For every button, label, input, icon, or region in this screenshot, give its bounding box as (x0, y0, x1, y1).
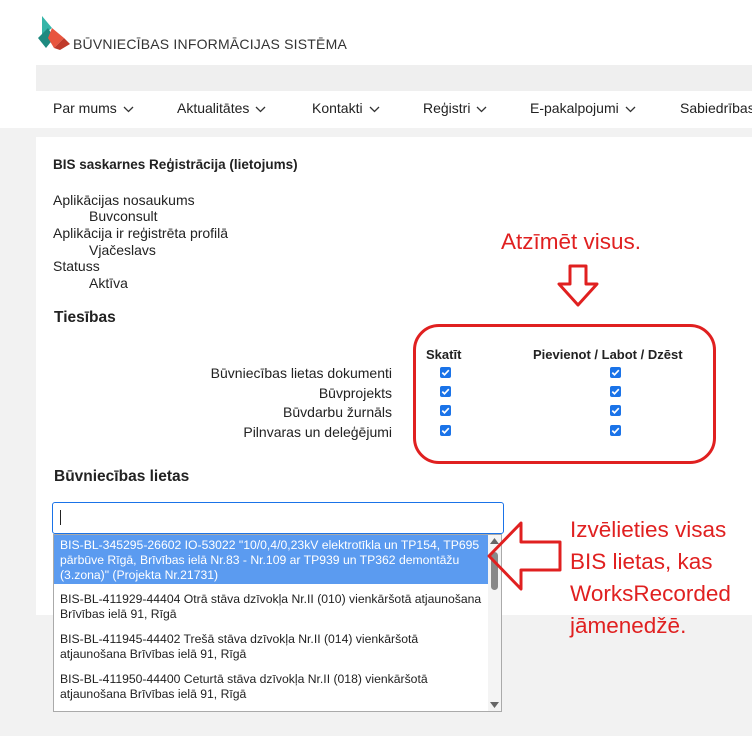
nav-label: Kontakti (312, 100, 363, 116)
main-nav: Par mums Aktualitātes Kontakti Reģistri … (0, 91, 752, 128)
page-title: BIS saskarnes Reģistrācija (lietojums) (53, 157, 298, 172)
nav-label: Aktualitātes (177, 100, 250, 116)
dropdown-option[interactable]: BIS-BL-411950-44400 Ceturtā stāva dzīvok… (54, 672, 488, 702)
app-name-value: Buvconsult (89, 208, 158, 224)
chevron-down-icon (123, 106, 134, 113)
nav-label: Sabiedrības (680, 100, 752, 116)
profile-value: Vjačeslavs (89, 242, 156, 258)
chevron-down-icon (255, 106, 266, 113)
nav-item-aktualitates[interactable]: Aktualitātes (177, 100, 266, 116)
nav-item-par-mums[interactable]: Par mums (53, 100, 134, 116)
case-dropdown-list[interactable]: BIS-BL-345295-26602 IO-53022 "10/0,4/0,2… (53, 534, 502, 712)
nav-item-registri[interactable]: Reģistri (423, 100, 487, 116)
chevron-down-icon (369, 106, 380, 113)
scroll-down-icon[interactable] (490, 702, 499, 708)
annotation-line: BIS lietas, kas (570, 549, 713, 574)
text-caret (60, 510, 61, 525)
permission-label: Būvprojekts (318, 385, 392, 401)
nav-item-sabiedribas[interactable]: Sabiedrības (680, 100, 752, 116)
dropdown-option[interactable]: BIS-BL-345295-26602 IO-53022 "10/0,4/0,2… (54, 535, 488, 584)
annotation-line: Izvēlieties visas (570, 517, 727, 542)
rights-heading: Tiesības (54, 309, 116, 326)
dropdown-option[interactable]: BIS-BL-411945-44402 Trešā stāva dzīvokļa… (54, 632, 488, 662)
nav-item-e-pakalpojumi[interactable]: E-pakalpojumi (530, 100, 636, 116)
nav-label: Reģistri (423, 100, 471, 116)
arrow-left-icon (487, 521, 562, 591)
brand-title: BŪVNIECĪBAS INFORMĀCIJAS SISTĒMA (73, 36, 347, 52)
header-gray-bar (36, 65, 752, 91)
cases-heading: Būvniecības lietas (54, 468, 190, 485)
status-label: Statuss (53, 258, 100, 274)
bis-logo-icon[interactable] (38, 14, 70, 50)
permission-label: Būvdarbu žurnāls (283, 404, 392, 420)
profile-label: Aplikācija ir reģistrēta profilā (53, 225, 229, 241)
nav-item-kontakti[interactable]: Kontakti (312, 100, 380, 116)
chevron-down-icon (477, 106, 487, 113)
nav-label: E-pakalpojumi (530, 100, 619, 116)
case-search-input[interactable] (52, 502, 504, 534)
permission-label: Pilnvaras un deleģējumi (243, 424, 392, 440)
status-value: Aktīva (89, 275, 128, 291)
dropdown-option[interactable]: BIS-BL-411929-44404 Otrā stāva dzīvokļa … (54, 592, 488, 622)
annotation-highlight-box (413, 324, 716, 464)
nav-label: Par mums (53, 100, 117, 116)
arrow-down-icon (557, 264, 599, 307)
permission-label: Būvniecības lietas dokumenti (210, 365, 392, 381)
annotation-top-text: Atzīmēt visus. (501, 229, 642, 254)
annotation-line: WorksRecorded (570, 581, 731, 606)
app-name-label: Aplikācijas nosaukums (53, 192, 195, 208)
annotation-line: jāmenedžē. (570, 613, 687, 638)
chevron-down-icon (625, 106, 636, 113)
